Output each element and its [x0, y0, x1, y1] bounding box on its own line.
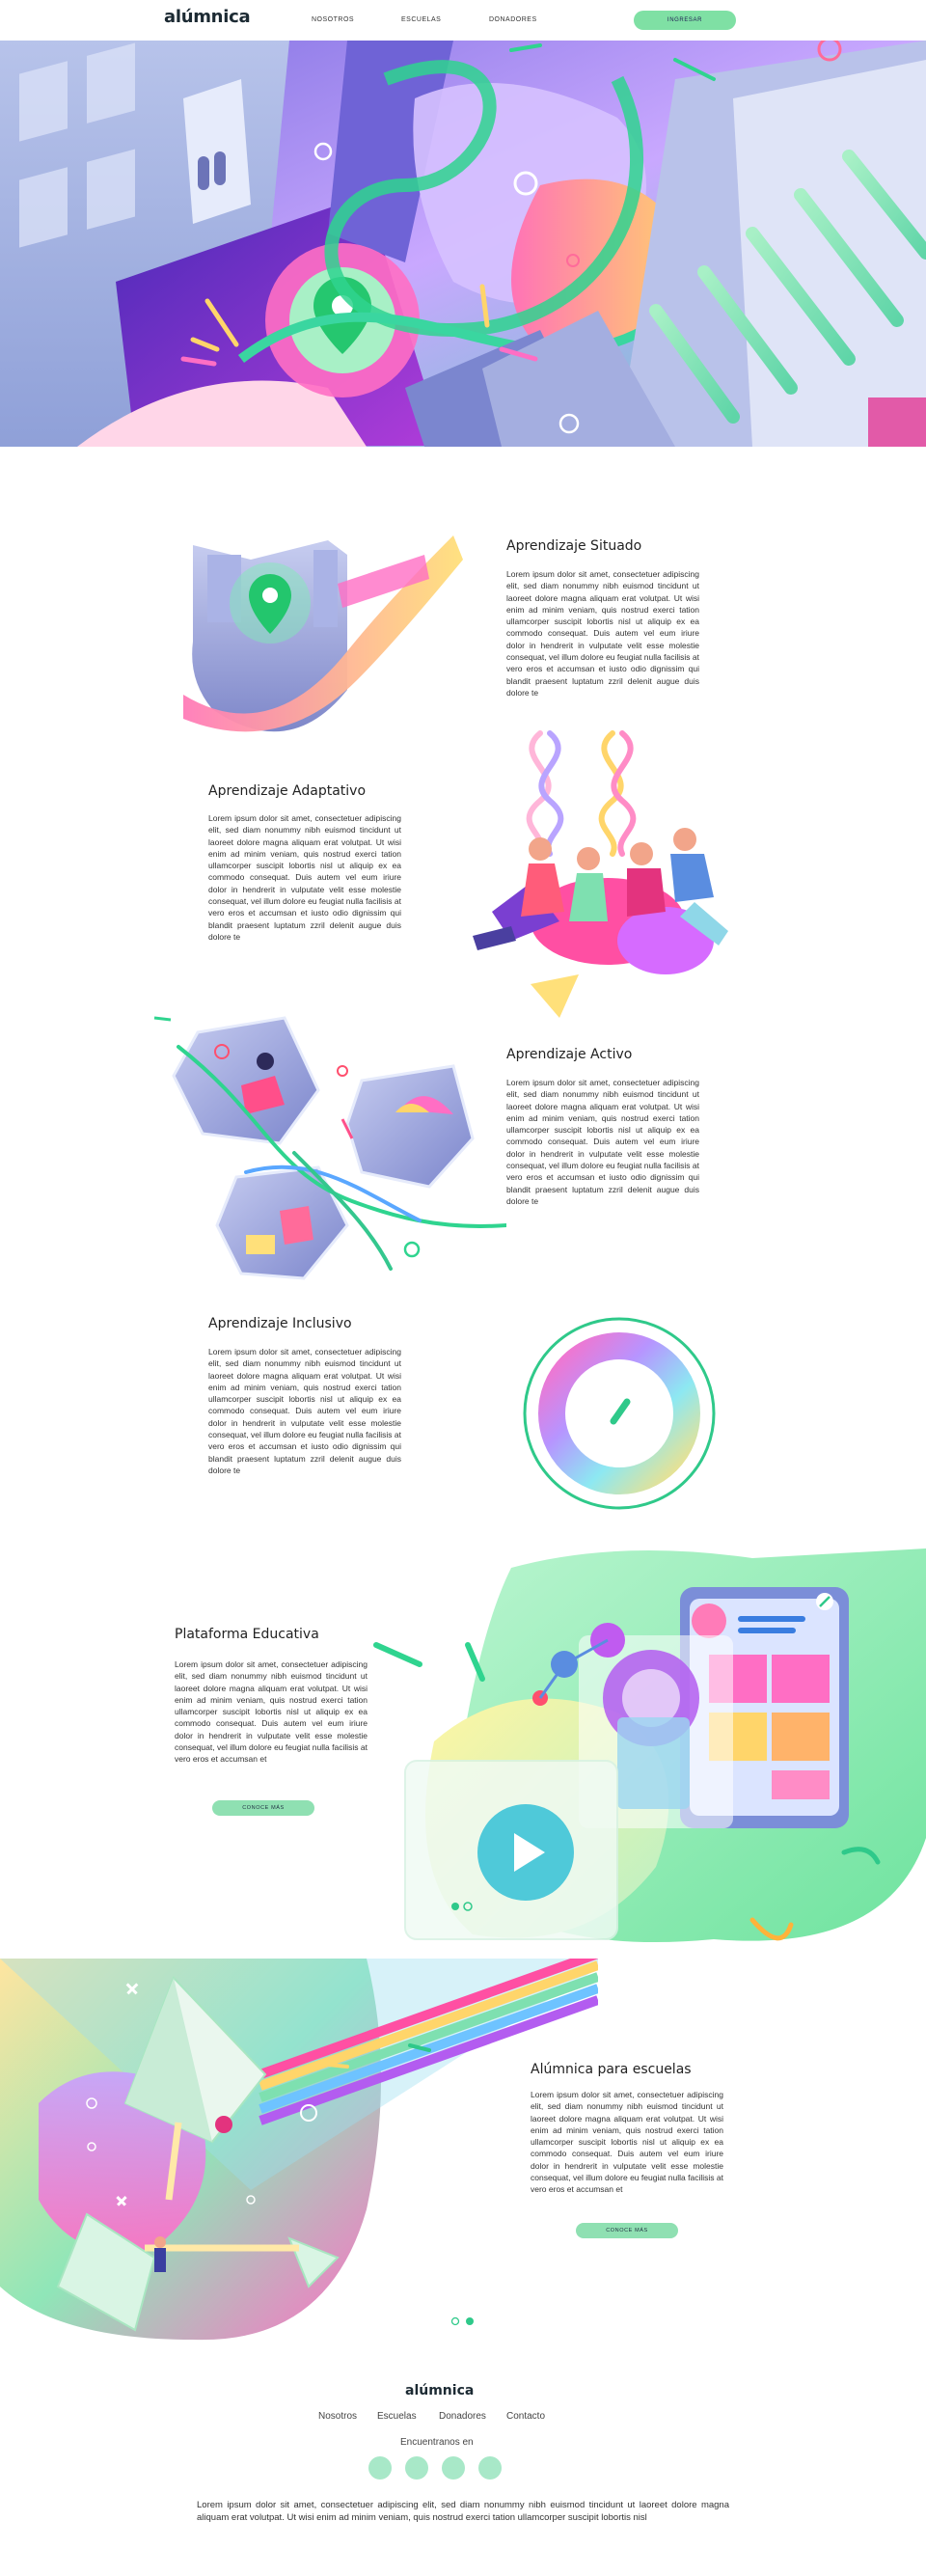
nav-link-donadores[interactable]: DONADORES — [489, 16, 537, 23]
carousel-dot-2[interactable] — [466, 2317, 474, 2325]
hero-artwork — [0, 41, 926, 447]
situado-illustration — [183, 526, 463, 762]
footer-link-contacto[interactable]: Contacto — [506, 2411, 545, 2422]
section-body-activo: Lorem ipsum dolor sit amet, consectetuer… — [506, 1078, 699, 1206]
plataforma-illustration — [367, 1548, 926, 1963]
section-title-adaptativo: Aprendizaje Adaptativo — [208, 783, 367, 799]
social-icon-3[interactable] — [442, 2456, 465, 2480]
carousel-dots — [450, 2314, 479, 2331]
escuelas-more-button[interactable]: CONOCE MÁS — [576, 2223, 678, 2238]
section-body-inclusivo: Lorem ipsum dolor sit amet, consectetuer… — [208, 1347, 401, 1475]
section-body-situado: Lorem ipsum dolor sit amet, consectetuer… — [506, 569, 699, 698]
footer-link-donadores[interactable]: Donadores — [439, 2411, 486, 2422]
section-title-escuelas: Alúmnica para escuelas — [531, 2062, 692, 2077]
footer-link-nosotros[interactable]: Nosotros — [318, 2411, 357, 2422]
inclusivo-illustration — [521, 1315, 719, 1518]
find-us-label: Encuentranos en — [400, 2437, 474, 2448]
social-icon-2[interactable] — [405, 2456, 428, 2480]
section-body-plataforma: Lorem ipsum dolor sit amet, consectetuer… — [175, 1659, 368, 1765]
section-title-plataforma: Plataforma Educativa — [175, 1627, 319, 1642]
section-title-activo: Aprendizaje Activo — [506, 1047, 633, 1062]
nav-link-escuelas[interactable]: ESCUELAS — [401, 16, 441, 23]
brand-logo[interactable]: alúmnica — [164, 7, 251, 27]
escuelas-illustration — [0, 1949, 600, 2349]
logo-text: alúmnica — [164, 7, 251, 27]
section-title-situado: Aprendizaje Situado — [506, 538, 642, 554]
social-icon-4[interactable] — [478, 2456, 502, 2480]
top-nav: alúmnica NOSOTROS ESCUELAS DONADORES ING… — [0, 0, 926, 41]
login-button[interactable]: INGRESAR — [634, 11, 736, 30]
carousel-dot-1[interactable] — [450, 2316, 460, 2326]
nav-link-nosotros[interactable]: NOSOTROS — [312, 16, 354, 23]
hero-illustration — [0, 41, 926, 447]
social-icon-1[interactable] — [368, 2456, 392, 2480]
section-body-escuelas: Lorem ipsum dolor sit amet, consectetuer… — [531, 2090, 723, 2195]
activo-illustration — [150, 999, 508, 1293]
section-title-inclusivo: Aprendizaje Inclusivo — [208, 1316, 352, 1331]
footer-logo[interactable]: alúmnica — [405, 2383, 474, 2398]
adaptativo-illustration — [473, 728, 743, 1023]
section-body-adaptativo: Lorem ipsum dolor sit amet, consectetuer… — [208, 813, 401, 942]
footer-text: Lorem ipsum dolor sit amet, consectetuer… — [197, 2500, 729, 2523]
footer-link-escuelas[interactable]: Escuelas — [377, 2411, 417, 2422]
plataforma-more-button[interactable]: CONOCE MÁS — [212, 1800, 314, 1816]
